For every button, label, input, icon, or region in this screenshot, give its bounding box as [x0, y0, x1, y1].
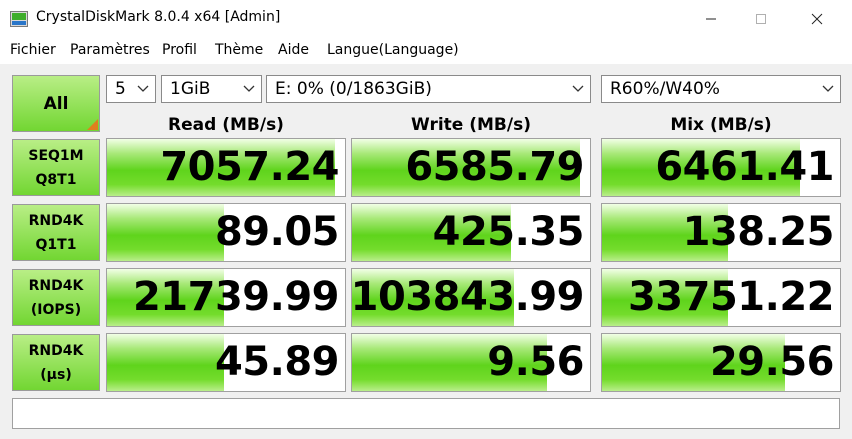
window-title: CrystalDiskMark 8.0.4 x64 [Admin]: [36, 9, 281, 25]
result-bar: [107, 334, 224, 391]
menu-bar: Fichier Paramètres Profil Thème Aide Lan…: [0, 38, 852, 64]
result-cell-mix: 33751.22: [601, 268, 841, 327]
result-value: 29.56: [709, 339, 835, 385]
result-value: 138.25: [682, 209, 835, 255]
test-button-line1: RND4K: [28, 342, 84, 359]
drive-select[interactable]: E: 0% (0/1863GiB): [266, 75, 591, 103]
all-button-label: All: [43, 93, 69, 114]
corner-marker-icon: [87, 119, 98, 130]
result-cell-write: 425.35: [351, 203, 591, 262]
test-button-rnd4k-iops[interactable]: RND4K (IOPS): [12, 269, 100, 326]
result-value: 89.05: [214, 209, 340, 255]
menu-fichier[interactable]: Fichier: [10, 42, 56, 58]
test-button-rnd4k-latency[interactable]: RND4K (μs): [12, 334, 100, 391]
header-mix: Mix (MB/s): [670, 115, 772, 135]
result-value: 7057.24: [160, 144, 339, 190]
comment-input[interactable]: [12, 398, 840, 429]
result-bar: [107, 204, 224, 261]
test-button-line1: RND4K: [28, 212, 84, 229]
result-cell-mix: 138.25: [601, 203, 841, 262]
menu-aide[interactable]: Aide: [278, 42, 309, 58]
test-button-rnd4k-q1t1[interactable]: RND4K Q1T1: [12, 204, 100, 261]
result-value: 9.56: [487, 339, 584, 385]
test-button-line2: (IOPS): [30, 301, 82, 318]
all-button[interactable]: All: [12, 75, 100, 132]
menu-parametres[interactable]: Paramètres: [70, 42, 150, 58]
drive-value: E: 0% (0/1863GiB): [275, 79, 432, 99]
result-cell-mix: 29.56: [601, 333, 841, 392]
result-value: 21739.99: [132, 274, 340, 320]
header-read: Read (MB/s): [168, 115, 284, 135]
result-cell-read: 7057.24: [106, 138, 346, 197]
result-value: 33751.22: [627, 274, 835, 320]
close-icon: [811, 13, 823, 25]
mix-ratio-select[interactable]: R60%/W40%: [601, 75, 841, 103]
result-value: 103843.99: [351, 274, 585, 320]
result-cell-mix: 6461.41: [601, 138, 841, 197]
result-value: 425.35: [432, 209, 585, 255]
chevron-down-icon: [822, 85, 834, 92]
minimize-icon: [706, 18, 716, 20]
menu-language[interactable]: Langue(Language): [327, 42, 459, 58]
result-cell-read: 45.89: [106, 333, 346, 392]
chevron-down-icon: [243, 85, 255, 92]
test-count-select[interactable]: 5: [106, 75, 156, 103]
test-button-seq1m-q8t1[interactable]: SEQ1M Q8T1: [12, 139, 100, 196]
maximize-icon: [756, 14, 766, 24]
test-button-line2: (μs): [40, 366, 72, 383]
test-button-line1: SEQ1M: [28, 147, 84, 164]
menu-profil[interactable]: Profil: [162, 42, 197, 58]
test-button-line1: RND4K: [28, 277, 84, 294]
close-button[interactable]: [794, 0, 840, 38]
result-value: 6461.41: [655, 144, 834, 190]
test-count-value: 5: [115, 79, 126, 99]
test-size-select[interactable]: 1GiB: [161, 75, 262, 103]
menu-theme[interactable]: Thème: [215, 42, 263, 58]
result-value: 6585.79: [405, 144, 584, 190]
test-size-value: 1GiB: [170, 79, 211, 99]
result-cell-read: 21739.99: [106, 268, 346, 327]
header-write: Write (MB/s): [411, 115, 531, 135]
result-cell-write: 9.56: [351, 333, 591, 392]
chevron-down-icon: [137, 85, 149, 92]
result-cell-write: 103843.99: [351, 268, 591, 327]
chevron-down-icon: [572, 85, 584, 92]
result-value: 45.89: [214, 339, 340, 385]
minimize-button[interactable]: [688, 0, 734, 38]
result-cell-write: 6585.79: [351, 138, 591, 197]
maximize-button[interactable]: [738, 0, 784, 38]
app-icon: [10, 11, 28, 27]
test-button-line2: Q1T1: [35, 236, 77, 253]
mix-ratio-value: R60%/W40%: [610, 79, 720, 99]
test-button-line2: Q8T1: [35, 171, 77, 188]
title-bar: CrystalDiskMark 8.0.4 x64 [Admin]: [0, 0, 852, 38]
result-cell-read: 89.05: [106, 203, 346, 262]
